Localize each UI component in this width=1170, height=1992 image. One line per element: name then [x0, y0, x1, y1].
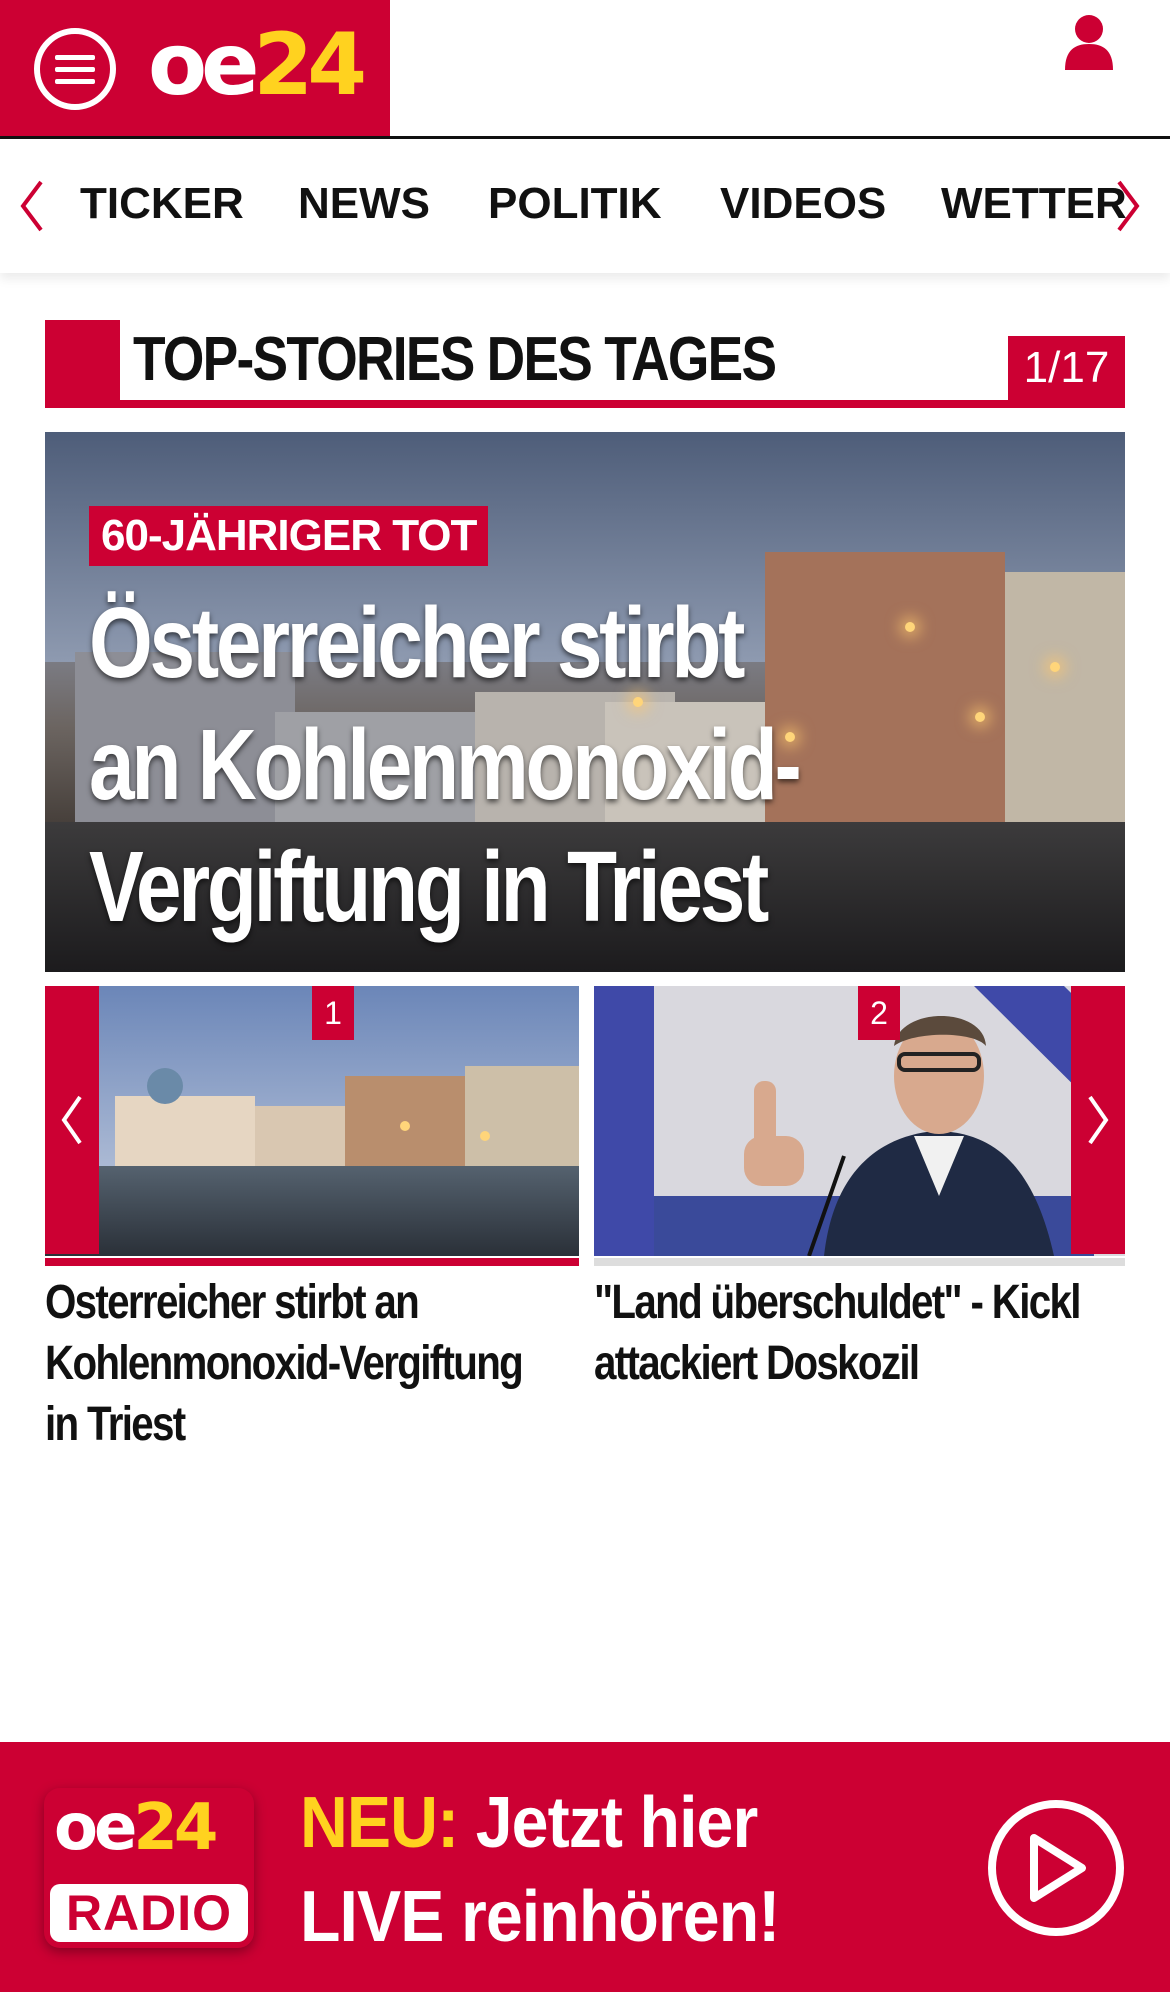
hero-image-lamp [1050, 662, 1060, 672]
story-card-title-line: "Land überschuldet" - Kickl [594, 1276, 1081, 1329]
logo-num: 24 [253, 15, 367, 115]
hero-headline-line: Österreicher stirbt [89, 587, 745, 699]
menu-button[interactable] [34, 28, 116, 110]
story-card-2-title[interactable]: "Land überschuldet" - Kickl attackiert D… [594, 1272, 1081, 1394]
story-card-number: 1 [312, 986, 354, 1040]
carousel-next-button[interactable] [1071, 986, 1125, 1254]
story-card-number: 2 [858, 986, 900, 1040]
nav-scroll-right-button[interactable] [1108, 171, 1148, 241]
chevron-right-icon [1117, 180, 1140, 232]
radio-banner-line-2: LIVE reinhören! [300, 1877, 780, 1957]
radio-banner[interactable]: oe24 RADIO NEU: Jetzt hier LIVE reinhöre… [0, 1742, 1170, 1992]
hero-image-building [1005, 572, 1125, 822]
nav-item-news[interactable]: NEWS [298, 179, 430, 229]
user-icon[interactable] [1063, 14, 1115, 70]
radio-logo-wordmark: oe24 [54, 1796, 218, 1860]
hero-headline-line: an Kohlenmonoxid- [89, 709, 802, 821]
oe24-radio-logo: oe24 RADIO [44, 1788, 254, 1948]
story-card-1-title[interactable]: Osterreicher stirbt an Kohlenmonoxid-Ver… [45, 1272, 524, 1455]
section-title: TOP-STORIES DES TAGES [133, 325, 777, 394]
section-header: TOP-STORIES DES TAGES 1/17 [45, 320, 1125, 408]
radio-line1-text: Jetzt hier [458, 1783, 759, 1863]
nav-scroll-left-button[interactable] [12, 171, 52, 241]
story-card-title-line: Kohlenmonoxid-Vergiftung [45, 1337, 524, 1390]
category-nav: TICKER NEWS POLITIK VIDEOS WETTER [0, 139, 1170, 273]
chevron-right-icon [1088, 1095, 1109, 1145]
hero-kicker: 60-JÄHRIGER TOT [89, 506, 489, 566]
nav-item-videos[interactable]: VIDEOS [720, 179, 886, 229]
radio-logo-label: RADIO [50, 1884, 248, 1942]
hamburger-icon [55, 54, 95, 84]
radio-banner-text: NEU: Jetzt hier LIVE reinhören! [300, 1776, 780, 1964]
nav-item-wetter[interactable]: WETTER [941, 179, 1127, 229]
hero-headline: Österreicher stirbt an Kohlenmonoxid- Ve… [89, 582, 827, 948]
radio-play-button[interactable] [988, 1800, 1124, 1936]
story-card-1-active-bar [45, 1258, 579, 1266]
story-card-title-line: attackiert Doskozil [594, 1337, 920, 1390]
hero-image-lamp [905, 622, 915, 632]
story-card-title-line: in Triest [45, 1398, 186, 1451]
section-underline [45, 400, 1125, 408]
brand-block: oe 24 [0, 0, 390, 138]
story-card-1[interactable]: 1 [45, 986, 579, 1256]
story-card-2[interactable]: 2 [594, 986, 1125, 1256]
carousel-prev-button[interactable] [45, 986, 99, 1254]
radio-logo-num: 24 [133, 1791, 218, 1865]
play-icon [1030, 1834, 1086, 1902]
radio-logo-oe: oe [54, 1791, 137, 1865]
radio-banner-line-1: NEU: Jetzt hier [300, 1776, 779, 1870]
nav-item-ticker[interactable]: TICKER [80, 179, 244, 229]
story-card-2-bar [594, 1258, 1125, 1266]
chevron-left-icon [20, 180, 43, 232]
top-header: oe 24 [0, 0, 1170, 139]
section-marker [45, 320, 120, 408]
hero-image-lamp [975, 712, 985, 722]
oe24-logo[interactable]: oe 24 [148, 15, 367, 115]
chevron-left-icon [61, 1095, 82, 1145]
hero-story[interactable]: 60-JÄHRIGER TOT Österreicher stirbt an K… [45, 432, 1125, 972]
logo-oe: oe [148, 15, 259, 115]
nav-item-politik[interactable]: POLITIK [488, 179, 662, 229]
hero-headline-line: Vergiftung in Triest [89, 831, 769, 943]
radio-neu-label: NEU: [300, 1783, 459, 1863]
slide-counter: 1/17 [1008, 336, 1125, 400]
story-card-title-line: Osterreicher stirbt an [45, 1276, 420, 1329]
